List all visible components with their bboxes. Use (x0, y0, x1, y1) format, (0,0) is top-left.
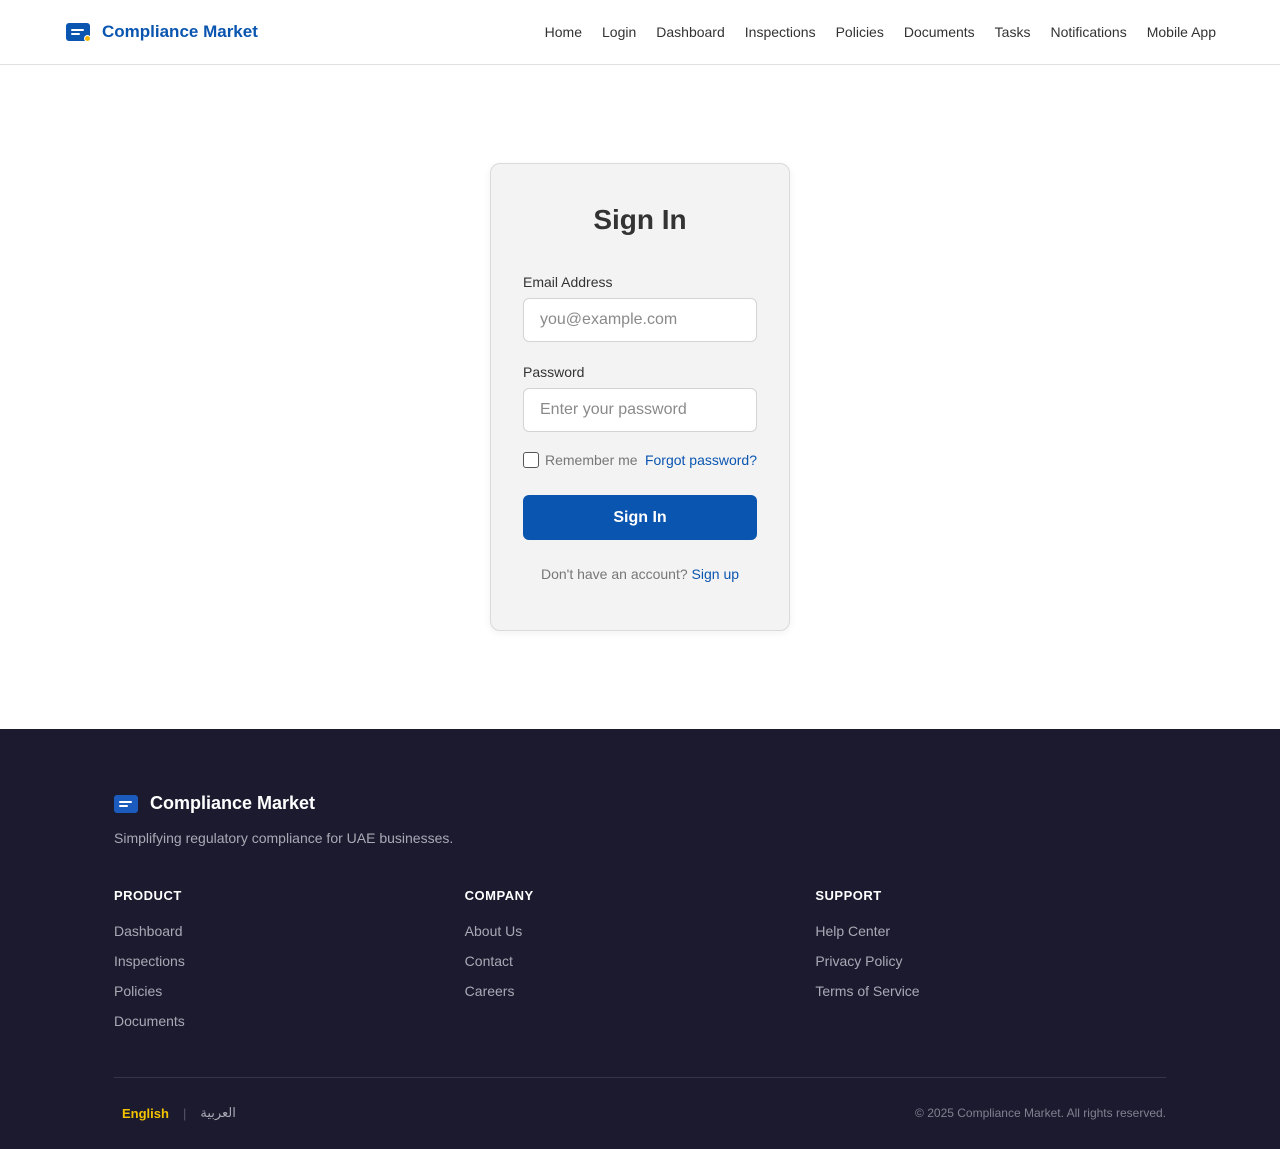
signup-link[interactable]: Sign up (692, 566, 739, 582)
footer-link-policies[interactable]: Policies (114, 983, 465, 999)
nav-policies[interactable]: Policies (836, 24, 884, 40)
nav-documents[interactable]: Documents (904, 24, 975, 40)
footer-column-title: COMPANY (464, 888, 534, 903)
nav-notifications[interactable]: Notifications (1050, 24, 1126, 40)
nav-tasks[interactable]: Tasks (995, 24, 1031, 40)
footer-brand: Compliance Market (114, 729, 1166, 814)
nav-login[interactable]: Login (602, 24, 636, 40)
footer-column-product: PRODUCT Dashboard Inspections Policies D… (114, 888, 465, 1029)
brand-name: Compliance Market (102, 22, 258, 41)
footer-column-company: COMPANY About Us Contact Careers (465, 888, 816, 1029)
signin-button[interactable]: Sign In (523, 495, 757, 540)
footer-column-title: PRODUCT (114, 888, 182, 903)
remember-checkbox[interactable] (523, 452, 539, 468)
language-switcher: English | العربية (114, 1105, 236, 1121)
footer-link-about[interactable]: About Us (465, 923, 816, 939)
footer-columns: PRODUCT Dashboard Inspections Policies D… (114, 888, 1166, 1029)
nav-home[interactable]: Home (545, 24, 582, 40)
site-header: Compliance Market Home Login Dashboard I… (0, 0, 1280, 65)
lang-separator: | (182, 1105, 187, 1121)
footer-link-inspections[interactable]: Inspections (114, 953, 465, 969)
footer-divider (114, 1077, 1166, 1078)
footer-link-careers[interactable]: Careers (465, 983, 816, 999)
footer-link-help-center[interactable]: Help Center (815, 923, 1166, 939)
copyright: © 2025 Compliance Market. All rights res… (915, 1106, 1166, 1120)
email-input[interactable] (523, 298, 757, 342)
document-icon (114, 794, 138, 813)
nav-mobile-app[interactable]: Mobile App (1147, 24, 1216, 40)
password-label: Password (523, 364, 585, 380)
remember-label: Remember me (545, 452, 638, 468)
email-label: Email Address (523, 274, 613, 290)
brand-link[interactable]: Compliance Market (66, 22, 258, 42)
footer-brand-name: Compliance Market (150, 793, 316, 813)
main-content: Sign In Email Address Password Remember … (0, 65, 1280, 729)
footer-column-title: SUPPORT (815, 888, 882, 903)
footer-column-support: SUPPORT Help Center Privacy Policy Terms… (815, 888, 1166, 1029)
footer-link-documents[interactable]: Documents (114, 1013, 465, 1029)
document-badge-icon (66, 23, 91, 42)
options-row: Remember me Forgot password? (523, 452, 757, 468)
footer-link-contact[interactable]: Contact (465, 953, 816, 969)
forgot-password-link[interactable]: Forgot password? (645, 452, 757, 468)
signin-title: Sign In (593, 204, 687, 235)
signin-card: Sign In Email Address Password Remember … (490, 163, 790, 631)
footer-tagline: Simplifying regulatory compliance for UA… (114, 830, 454, 846)
footer-link-dashboard[interactable]: Dashboard (114, 923, 465, 939)
password-input[interactable] (523, 388, 757, 432)
nav-inspections[interactable]: Inspections (745, 24, 816, 40)
lang-english[interactable]: English (122, 1106, 169, 1121)
footer-link-terms[interactable]: Terms of Service (815, 983, 1166, 999)
no-account-text: Don't have an account? (540, 566, 688, 582)
signup-prompt: Don't have an account? Sign up (523, 566, 757, 582)
nav-dashboard[interactable]: Dashboard (656, 24, 725, 40)
lang-arabic[interactable]: العربية (200, 1105, 236, 1121)
footer-bottom: English | العربية © 2025 Compliance Mark… (114, 1105, 1166, 1121)
site-footer: Compliance Market Simplifying regulatory… (0, 729, 1280, 1149)
remember-me[interactable]: Remember me (523, 452, 638, 468)
main-nav: Home Login Dashboard Inspections Policie… (545, 24, 1216, 40)
footer-link-privacy[interactable]: Privacy Policy (815, 953, 1166, 969)
